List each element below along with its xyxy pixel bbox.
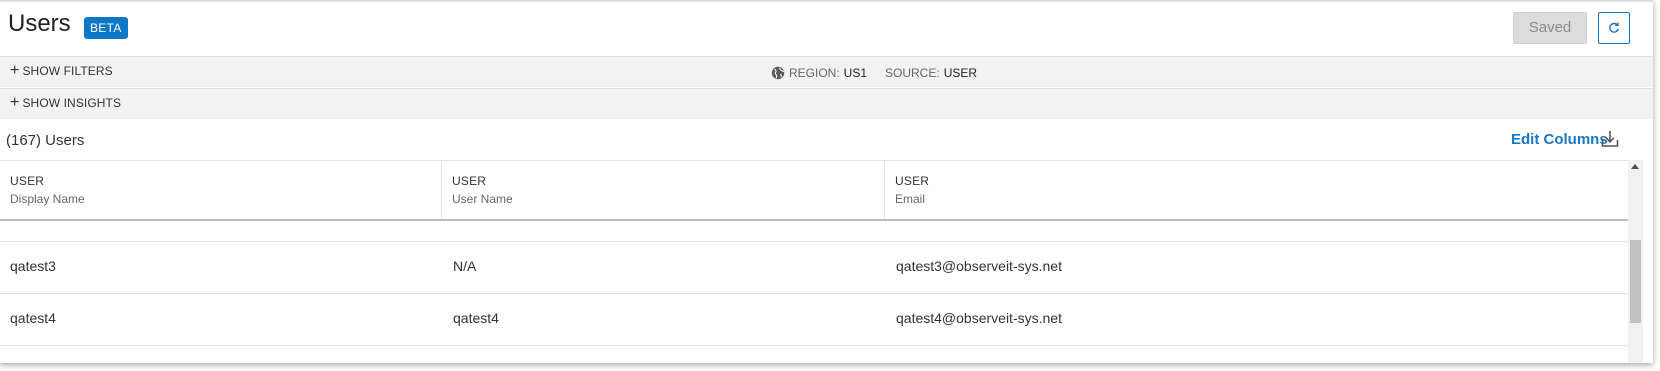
table-row[interactable] (0, 221, 1628, 242)
context-info: REGION: US1 SOURCE: USER (771, 66, 977, 80)
saved-button[interactable]: Saved (1513, 12, 1587, 44)
plus-icon: + (10, 94, 20, 111)
globe-icon (771, 66, 785, 80)
users-page: Users BETA Saved + SHOW FILTERS REGION: … (0, 0, 1653, 363)
table-header: USER Display Name USER User Name USER Em… (0, 160, 1628, 221)
column-header-display-name[interactable]: USER Display Name (0, 161, 441, 219)
page-header: Users BETA Saved (0, 0, 1653, 56)
plus-icon: + (10, 62, 20, 79)
show-filters-label: SHOW FILTERS (22, 64, 113, 78)
column-header-email[interactable]: USER Email (884, 161, 1628, 219)
show-insights-label: SHOW INSIGHTS (22, 96, 122, 110)
refresh-button[interactable] (1598, 12, 1630, 44)
column-group-label: USER (895, 174, 930, 188)
results-toolbar: (167) Users Edit Columns (0, 120, 1653, 160)
table-body: qatest3 N/A qatest3@observeit-sys.net qa… (0, 221, 1628, 363)
column-label: User Name (452, 192, 513, 206)
table-row[interactable]: qatest4 qatest4 qatest4@observeit-sys.ne… (0, 294, 1628, 346)
column-label: Email (895, 192, 926, 206)
cell-user-name: N/A (453, 258, 477, 274)
page-title: Users (8, 10, 71, 37)
region-key: REGION: (789, 66, 840, 80)
column-group-label: USER (10, 174, 45, 188)
cell-display-name: qatest4 (10, 310, 56, 326)
region-value: US1 (843, 66, 868, 80)
show-insights-toggle[interactable]: + SHOW INSIGHTS (10, 94, 122, 111)
cell-display-name: qatest3 (10, 258, 56, 274)
cell-user-name: qatest4 (453, 310, 499, 326)
refresh-icon (1609, 22, 1619, 33)
download-icon[interactable] (1600, 129, 1620, 149)
column-label: Display Name (10, 192, 85, 206)
cell-email: qatest4@observeit-sys.net (896, 310, 1062, 326)
scroll-up-arrow-icon[interactable] (1631, 164, 1639, 169)
vertical-scrollbar[interactable] (1628, 160, 1643, 363)
column-header-user-name[interactable]: USER User Name (441, 161, 884, 219)
insights-bar: + SHOW INSIGHTS (0, 88, 1653, 119)
filters-bar: + SHOW FILTERS REGION: US1 SOURCE: USER (0, 56, 1653, 87)
scrollbar-thumb[interactable] (1630, 240, 1641, 323)
source-key: SOURCE: (885, 66, 940, 80)
cell-email: qatest3@observeit-sys.net (896, 258, 1062, 274)
show-filters-toggle[interactable]: + SHOW FILTERS (10, 62, 113, 79)
table-row[interactable]: qatest3 N/A qatest3@observeit-sys.net (0, 242, 1628, 294)
column-group-label: USER (452, 174, 487, 188)
edit-columns-link[interactable]: Edit Columns (1511, 131, 1608, 148)
beta-badge: BETA (84, 17, 128, 39)
source-value: USER (943, 66, 978, 80)
users-count: (167) Users (6, 132, 85, 149)
